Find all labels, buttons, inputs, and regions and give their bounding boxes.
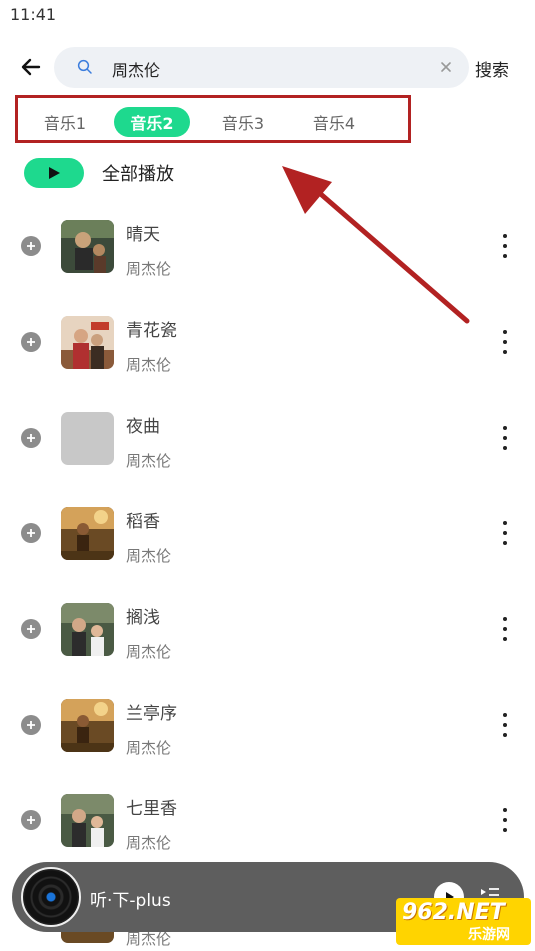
add-icon[interactable] (21, 332, 41, 352)
watermark-sub: 乐游网 (468, 927, 510, 943)
song-title: 兰亭序 (126, 704, 177, 724)
tab-music-2[interactable]: 音乐2 (114, 107, 190, 137)
tab-music-3[interactable]: 音乐3 (205, 107, 281, 137)
song-row[interactable]: 晴天 周杰伦 (0, 199, 535, 295)
song-title: 七里香 (126, 799, 177, 819)
album-cover (61, 603, 114, 656)
more-options-icon[interactable] (498, 330, 512, 354)
song-title: 青花瓷 (126, 321, 177, 341)
song-artist: 周杰伦 (126, 356, 172, 374)
search-query-text[interactable]: 周杰伦 (112, 57, 160, 81)
watermark-logo: 962.NET 乐游网 (396, 898, 531, 945)
watermark-main: 962.NET (402, 900, 505, 925)
more-options-icon[interactable] (498, 808, 512, 832)
album-cover (61, 316, 114, 369)
song-artist: 周杰伦 (126, 260, 172, 278)
song-artist: 周杰伦 (126, 547, 172, 565)
song-title: 晴天 (126, 225, 160, 245)
search-icon (77, 59, 92, 74)
status-time: 11:41 (10, 5, 57, 24)
add-icon[interactable] (21, 715, 41, 735)
album-cover (61, 220, 114, 273)
add-icon[interactable] (21, 236, 41, 256)
status-bar: 11:41 (0, 0, 535, 32)
back-arrow-icon (21, 58, 41, 76)
song-artist: 周杰伦 (126, 834, 172, 852)
search-input[interactable]: 周杰伦 (54, 47, 469, 88)
more-options-icon[interactable] (498, 234, 512, 258)
song-artist: 周杰伦 (126, 739, 172, 757)
search-button[interactable]: 搜索 (475, 56, 509, 81)
album-cover (61, 794, 114, 847)
song-row[interactable]: 兰亭序 周杰伦 (0, 678, 535, 774)
song-row[interactable]: 稻香 周杰伦 (0, 486, 535, 582)
play-all-label: 全部播放 (102, 164, 174, 185)
play-all[interactable]: 全部播放 (24, 158, 174, 188)
back-button[interactable] (16, 52, 46, 82)
tabs-annotation-frame: 音乐1 音乐2 音乐3 音乐4 (15, 95, 411, 143)
clear-icon[interactable] (437, 58, 455, 76)
song-artist: 周杰伦 (126, 643, 172, 661)
play-icon (49, 167, 60, 179)
song-row[interactable]: 七里香 周杰伦 (0, 773, 535, 869)
add-icon[interactable] (21, 428, 41, 448)
album-cover (61, 507, 114, 560)
more-options-icon[interactable] (498, 713, 512, 737)
more-options-icon[interactable] (498, 426, 512, 450)
album-cover-placeholder (61, 412, 114, 465)
song-title: 稻香 (126, 512, 160, 532)
song-row[interactable]: 青花瓷 周杰伦 (0, 295, 535, 391)
vinyl-disc-icon[interactable] (21, 867, 81, 927)
song-row[interactable]: 夜曲 周杰伦 (0, 391, 535, 487)
song-row[interactable]: 搁浅 周杰伦 (0, 582, 535, 678)
album-cover (61, 699, 114, 752)
tab-music-4[interactable]: 音乐4 (296, 107, 372, 137)
add-icon[interactable] (21, 810, 41, 830)
song-title: 夜曲 (126, 417, 160, 437)
song-title: 搁浅 (126, 608, 160, 628)
play-all-button[interactable] (24, 158, 84, 188)
add-icon[interactable] (21, 619, 41, 639)
add-icon[interactable] (21, 523, 41, 543)
more-options-icon[interactable] (498, 617, 512, 641)
song-artist: 周杰伦 (126, 452, 172, 470)
more-options-icon[interactable] (498, 521, 512, 545)
tab-music-1[interactable]: 音乐1 (27, 107, 103, 137)
player-title[interactable]: 听·下-plus (90, 886, 171, 911)
